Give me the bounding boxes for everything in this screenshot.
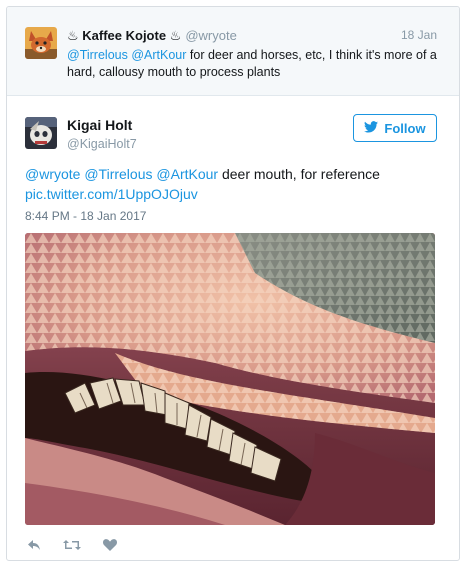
user-handle[interactable]: @KigaiHolt7 <box>67 137 137 151</box>
parent-tweet[interactable]: ♨ Kaffee Kojote ♨ @wryote 18 Jan @Tirrelo… <box>7 7 459 96</box>
reply-icon[interactable] <box>25 537 43 553</box>
display-name[interactable]: Kigai Holt <box>67 117 132 133</box>
skull-avatar-icon[interactable] <box>25 117 57 149</box>
tweet-timestamp[interactable]: 8:44 PM - 18 Jan 2017 <box>25 209 146 223</box>
mention-link[interactable]: @ArtKour <box>156 166 218 182</box>
tweet-actions <box>25 535 119 555</box>
parent-name-text[interactable]: ♨ Kaffee Kojote ♨ <box>67 28 181 43</box>
parent-handle[interactable]: @wryote <box>185 28 237 43</box>
mention-link[interactable]: @ArtKour <box>131 48 186 62</box>
mention-link[interactable]: @Tirrelous <box>84 166 152 182</box>
parent-date[interactable]: 18 Jan <box>401 28 437 42</box>
heart-icon[interactable] <box>101 537 119 553</box>
tweet-photo[interactable] <box>25 233 435 525</box>
follow-button[interactable]: Follow <box>353 114 437 142</box>
tweet-text: @wryote @Tirrelous @ArtKour deer mouth, … <box>25 164 445 204</box>
mention-link[interactable]: @Tirrelous <box>67 48 128 62</box>
parent-display-name[interactable]: ♨ Kaffee Kojote ♨ @wryote <box>67 28 237 44</box>
pic-link[interactable]: pic.twitter.com/1UppOJOjuv <box>25 184 445 204</box>
follow-label: Follow <box>384 120 426 136</box>
tweet-embed-card: ♨ Kaffee Kojote ♨ @wryote 18 Jan @Tirrelo… <box>6 6 460 561</box>
mention-link[interactable]: @wryote <box>25 166 80 182</box>
parent-tweet-text: @Tirrelous @ArtKour for deer and horses,… <box>67 47 437 81</box>
tweet-body-text: deer mouth, for reference <box>221 166 380 182</box>
bird-icon <box>364 120 379 136</box>
fox-avatar-icon[interactable] <box>25 27 57 59</box>
retweet-icon[interactable] <box>63 537 81 553</box>
